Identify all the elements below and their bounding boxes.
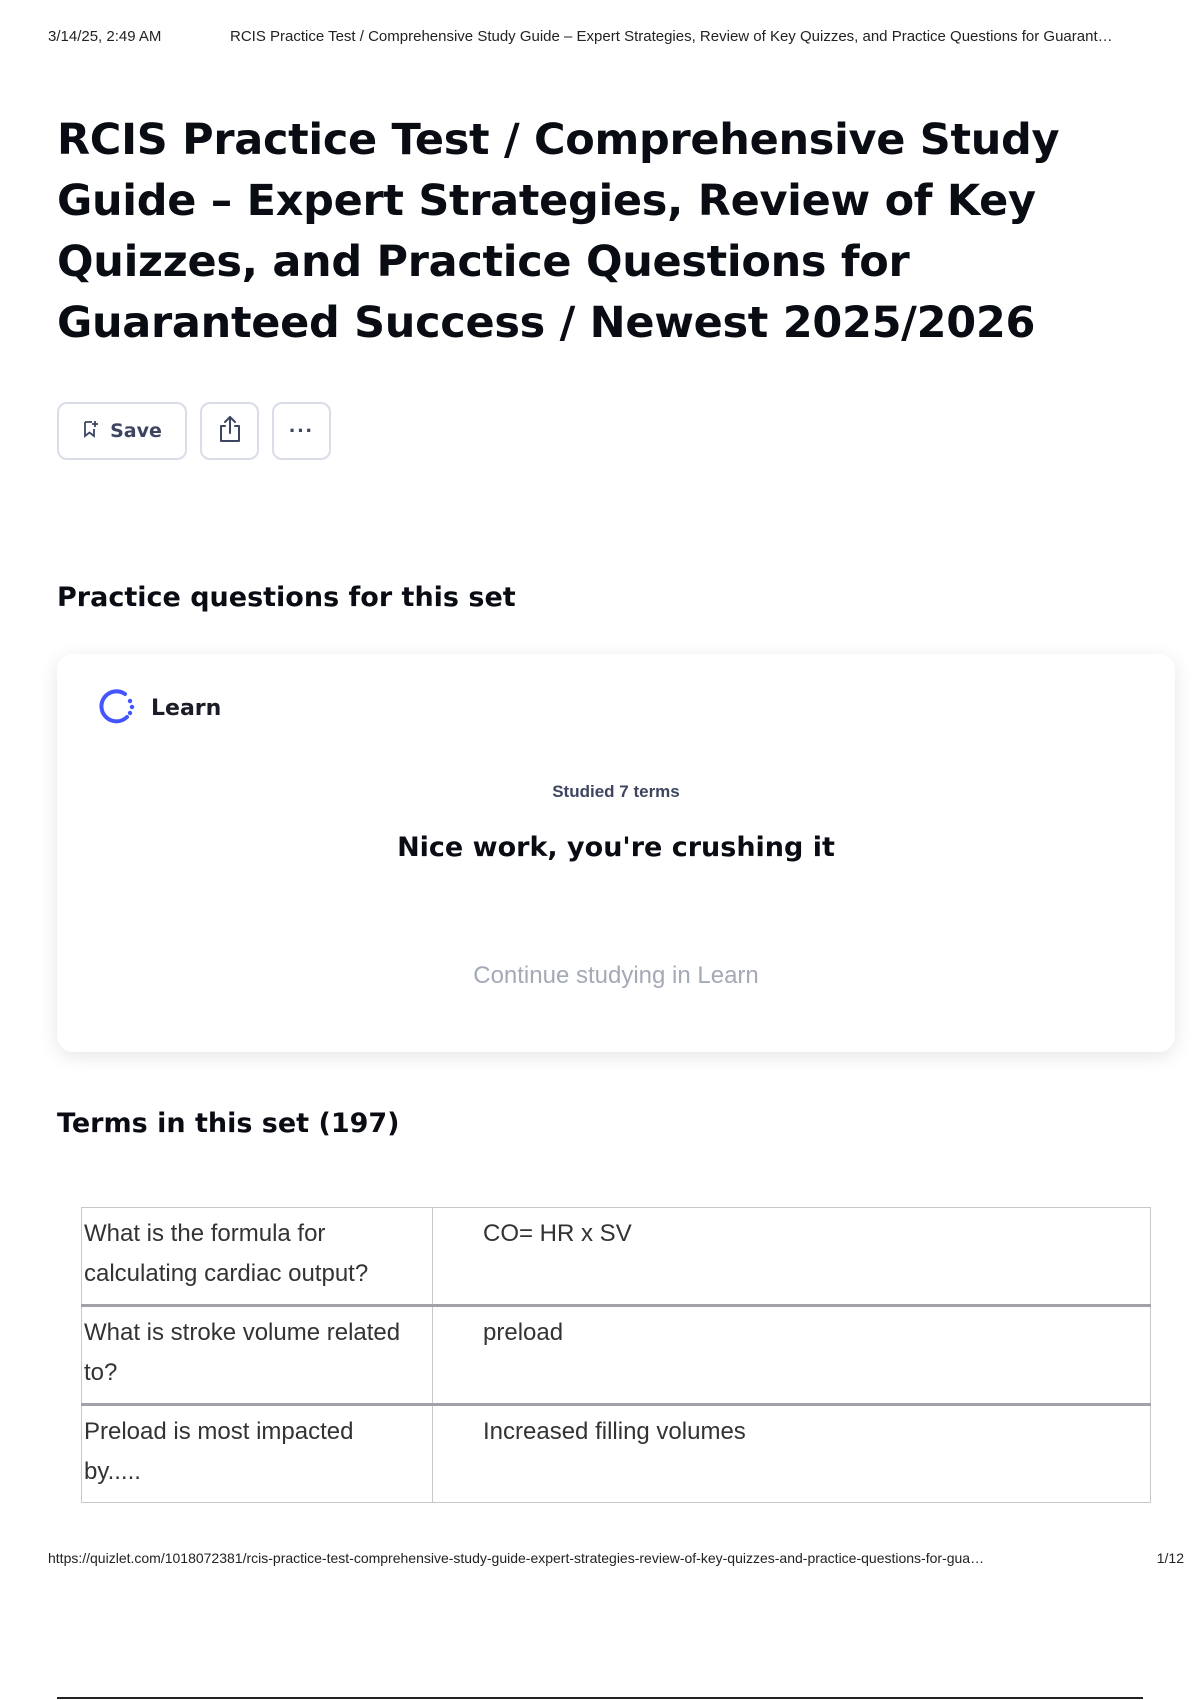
- print-date: 3/14/25, 2:49 AM: [48, 28, 162, 45]
- table-row: Preload is most impacted by..... Increas…: [81, 1403, 1151, 1503]
- learn-card: Learn Studied 7 terms Nice work, you're …: [57, 654, 1175, 1052]
- page-number: 1/12: [1156, 1550, 1184, 1566]
- definition-cell: CO= HR x SV: [432, 1207, 1151, 1306]
- term-cell: What is stroke volume related to?: [81, 1304, 433, 1405]
- page-divider: [57, 1697, 1143, 1699]
- bookmark-add-icon: [82, 420, 100, 443]
- table-row: What is stroke volume related to? preloa…: [81, 1304, 1151, 1405]
- more-dots-icon: ···: [289, 418, 314, 443]
- share-button[interactable]: [200, 402, 259, 460]
- save-button[interactable]: Save: [57, 402, 187, 460]
- more-options-button[interactable]: ···: [272, 402, 331, 460]
- set-toolbar: Save ···: [57, 402, 331, 460]
- print-footer: https://quizlet.com/1018072381/rcis-prac…: [48, 1550, 1184, 1566]
- terms-table: What is the formula for calculating card…: [81, 1207, 1151, 1503]
- print-header: 3/14/25, 2:49 AM RCIS Practice Test / Co…: [48, 28, 1173, 45]
- learn-label: Learn: [151, 696, 222, 721]
- share-icon: [217, 415, 243, 448]
- continue-learn-link[interactable]: Continue studying in Learn: [57, 962, 1175, 990]
- page-title: RCIS Practice Test / Comprehensive Study…: [57, 115, 1060, 348]
- table-row: What is the formula for calculating card…: [81, 1207, 1151, 1306]
- save-button-label: Save: [110, 420, 162, 442]
- learn-header: Learn: [97, 686, 221, 731]
- term-cell: Preload is most impacted by.....: [81, 1403, 433, 1503]
- print-doc-title: RCIS Practice Test / Comprehensive Study…: [230, 28, 1113, 45]
- practice-questions-heading: Practice questions for this set: [57, 582, 516, 613]
- term-cell: What is the formula for calculating card…: [81, 1207, 433, 1306]
- definition-cell: Increased filling volumes: [432, 1403, 1151, 1503]
- learn-progress-icon: [97, 686, 137, 731]
- studied-terms-count: Studied 7 terms: [552, 782, 680, 801]
- encouragement-message: Nice work, you're crushing it: [397, 832, 835, 863]
- print-url: https://quizlet.com/1018072381/rcis-prac…: [48, 1550, 985, 1566]
- terms-heading: Terms in this set (197): [57, 1108, 400, 1139]
- definition-cell: preload: [432, 1304, 1151, 1405]
